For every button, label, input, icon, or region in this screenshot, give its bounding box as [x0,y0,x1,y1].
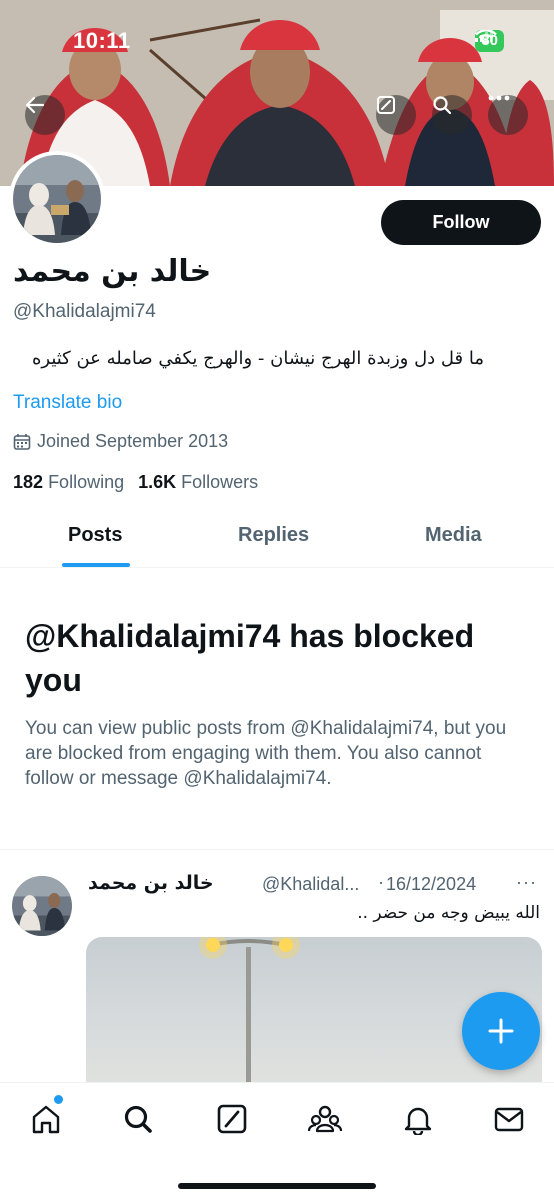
post-text: الله يبيض وجه من حضر .. [357,903,540,923]
nav-messages[interactable] [489,1099,529,1139]
following-count: 182 [13,472,44,492]
status-time: 10:11 [73,28,131,53]
tab-replies[interactable]: Replies [238,524,309,547]
more-icon [488,95,510,101]
search-button[interactable] [432,95,472,135]
post-author-name[interactable]: خالد بن محمد [88,872,214,894]
following-label: Following [48,472,125,492]
back-arrow-icon [25,96,45,114]
messages-icon [494,1107,524,1132]
bottom-navigation [0,1082,554,1200]
joined-date: Joined September 2013 [13,431,228,452]
nav-search[interactable] [118,1099,158,1139]
status-icons: 80 [475,30,504,52]
nav-notifications[interactable] [398,1099,438,1139]
display-name: خالد بن محمد [13,254,212,289]
followers-count: 1.6K [138,472,177,492]
post-separator: · [378,872,384,892]
followers-label: Followers [181,472,259,492]
wifi-icon [475,30,498,45]
calendar-icon [13,433,31,450]
nav-grok[interactable] [212,1099,252,1139]
active-tab-indicator [62,563,130,567]
blocked-title: @Khalidalajmi74 has blocked you [25,618,475,698]
compose-button[interactable] [376,95,416,135]
profile-tabs: Posts Replies Media [0,508,554,568]
follow-button[interactable]: Follow [381,200,541,245]
back-button[interactable] [25,95,65,135]
translate-bio-link[interactable]: Translate bio [13,392,122,414]
profile-bio: ما قل دل وزبدة الهرج نيشان - والهرج يكفي… [31,348,484,369]
compose-icon [377,96,395,114]
followers-stat[interactable]: 1.6K Followers [138,472,258,493]
post-more-button[interactable]: ··· [516,872,537,893]
nav-home[interactable] [26,1099,66,1139]
home-indicator [178,1183,376,1189]
blocked-description: You can view public posts from @Khalidal… [25,718,507,789]
tab-media[interactable]: Media [425,524,482,547]
tab-posts[interactable]: Posts [68,524,122,547]
search-icon [124,1105,152,1133]
nav-communities[interactable] [305,1099,345,1139]
post-author-handle[interactable]: @Khalidal... [262,874,359,895]
grok-icon [217,1104,247,1134]
post-avatar-photo [12,876,72,936]
profile-handle: @Khalidalajmi74 [13,301,156,322]
communities-icon [308,1105,342,1133]
post-avatar[interactable] [12,876,72,936]
following-stat[interactable]: 182 Following [13,472,124,493]
compose-fab[interactable] [462,992,540,1070]
joined-label: Joined September 2013 [37,431,229,451]
more-button[interactable] [488,95,528,135]
home-icon [32,1105,60,1134]
avatar-photo [13,155,101,243]
notifications-icon [404,1107,432,1135]
section-divider [0,849,554,850]
post-date[interactable]: 16/12/2024 [386,874,476,895]
search-icon [433,96,452,115]
home-notification-dot [54,1095,63,1104]
plus-icon [488,1018,514,1044]
follow-stats: 182 Following 1.6K Followers [13,472,258,493]
profile-avatar[interactable] [9,151,105,247]
